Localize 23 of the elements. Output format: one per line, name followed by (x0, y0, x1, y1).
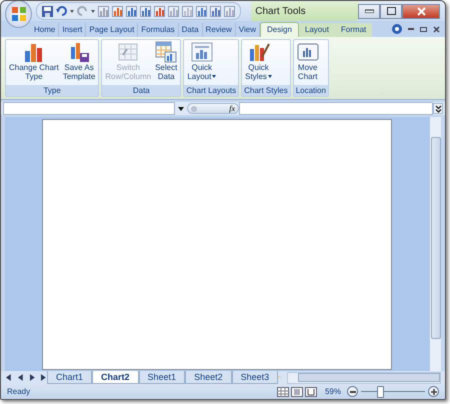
window-title: Chart Tools (255, 6, 306, 16)
ribbon-group: Switch Row/Column Select Data Data (101, 39, 182, 97)
ribbon-button[interactable]: Change Chart Type (8, 41, 60, 84)
ribbon-tab[interactable]: Layout (298, 23, 335, 37)
zoom-level[interactable]: 59% (324, 387, 341, 396)
ribbon-tab[interactable]: Design (260, 22, 299, 37)
ribbon-group: Quick Styles Chart Styles (241, 39, 291, 97)
insert-function-button[interactable]: fx (229, 104, 235, 113)
ribbon-button[interactable]: Move Chart (296, 41, 320, 84)
sheet-tab[interactable]: Chart2 (92, 371, 139, 384)
sheet-tab[interactable]: Chart1 (47, 371, 92, 384)
ribbon-group: Change Chart Type Save As Template Type (5, 39, 100, 97)
ribbon-button[interactable]: Select Data (154, 41, 178, 84)
ribbon-group: Move Chart Location (292, 39, 329, 97)
ribbon-tab[interactable]: Format (334, 23, 372, 37)
sheet-tab[interactable]: Sheet1 (138, 371, 186, 384)
ribbon-button[interactable]: Quick Layout (186, 41, 218, 84)
sheet-tab[interactable]: Sheet2 (185, 371, 232, 384)
ribbon-group: Quick Layout Chart Layouts (183, 39, 240, 97)
ribbon-button[interactable]: Quick Styles (244, 41, 273, 84)
sheet-tab[interactable]: Sheet3 (232, 371, 278, 384)
status-text: Ready (7, 387, 30, 396)
ribbon-button[interactable]: Save As Template (62, 41, 96, 84)
